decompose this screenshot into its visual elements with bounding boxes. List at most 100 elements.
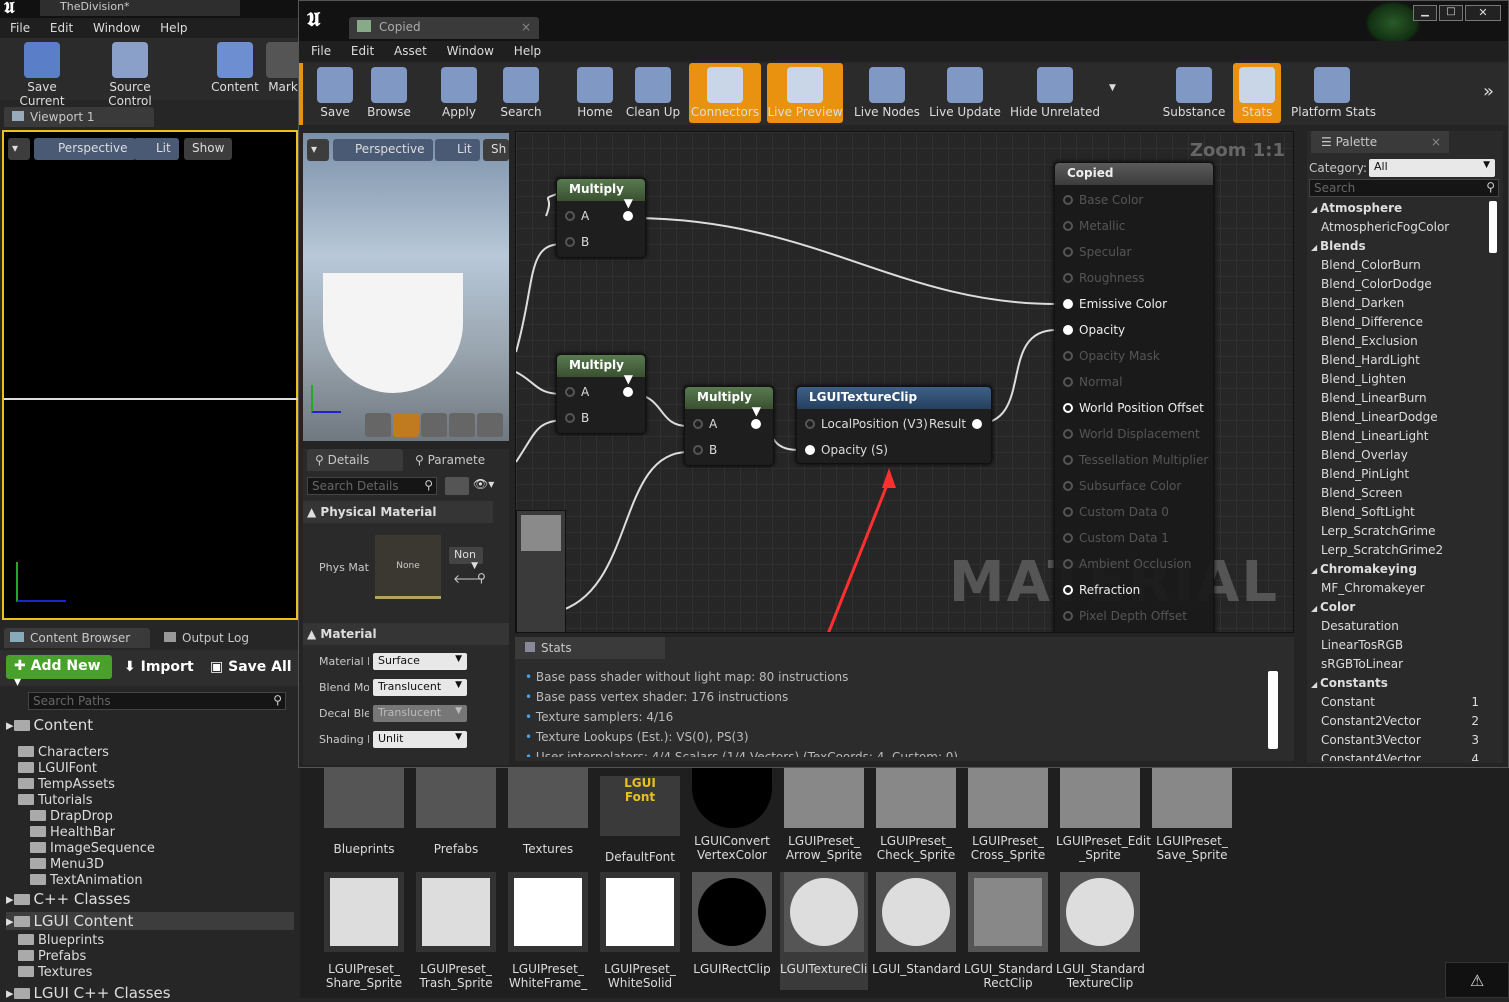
mesh-shape-icon[interactable] bbox=[477, 413, 503, 437]
palette-item[interactable]: Lerp_ScratchGrime2 bbox=[1307, 541, 1483, 560]
palette-item[interactable]: Blend_Exclusion bbox=[1307, 332, 1483, 351]
main-menu-help[interactable]: Help bbox=[160, 21, 187, 35]
home-button[interactable]: Home bbox=[573, 63, 617, 123]
details-search-input[interactable]: Search Details ⚲ bbox=[307, 477, 437, 495]
asset-tile[interactable]: LGUI Font DefaultFont bbox=[596, 768, 684, 864]
editor-tab-copied[interactable]: Copied × bbox=[349, 17, 539, 39]
preview-lit-button[interactable]: Lit bbox=[435, 139, 480, 161]
asset-tile[interactable]: LGUITextureClip bbox=[780, 872, 868, 990]
path-search-input[interactable]: Search Paths ⚲ bbox=[28, 692, 286, 710]
platform-stats-button[interactable]: Platform Stats bbox=[1291, 63, 1376, 123]
live-update-button[interactable]: Live Update bbox=[929, 63, 1001, 123]
phys-mat-dropdown[interactable]: Non bbox=[449, 547, 483, 564]
asset-tile[interactable]: LGUIPreset_ Check_Sprite bbox=[872, 768, 960, 862]
toolbar-dropdown-icon[interactable]: ▼ bbox=[1109, 83, 1116, 93]
asset-tile[interactable]: LGUIPreset_ Share_Sprite bbox=[320, 872, 408, 990]
palette-item[interactable]: Blend_PinLight bbox=[1307, 465, 1483, 484]
stats-scrollbar[interactable] bbox=[1268, 671, 1278, 749]
palette-item[interactable]: Constant4Vector 4 bbox=[1307, 750, 1483, 761]
palette-item[interactable]: Blend_LinearBurn bbox=[1307, 389, 1483, 408]
content-button[interactable]: Content bbox=[208, 38, 262, 94]
main-menu-file[interactable]: File bbox=[10, 21, 30, 35]
material-property-dropdown[interactable]: Surface bbox=[373, 653, 467, 670]
save-all-button[interactable]: ▣ Save All bbox=[210, 659, 292, 675]
apply-button[interactable]: Apply bbox=[437, 63, 481, 123]
palette-tab[interactable]: ☰ Palette × bbox=[1311, 131, 1449, 153]
palette-item[interactable]: Blend_Screen bbox=[1307, 484, 1483, 503]
close-tab-icon[interactable]: × bbox=[521, 20, 531, 34]
viewport-lit-button[interactable]: Lit bbox=[134, 138, 179, 160]
hide-unrelated-button[interactable]: Hide Unrelated bbox=[1009, 63, 1101, 123]
stats-button[interactable]: Stats bbox=[1233, 63, 1281, 123]
palette-item[interactable]: Blend_Darken bbox=[1307, 294, 1483, 313]
physical-material-section[interactable]: ▲ Physical Material bbox=[303, 501, 493, 523]
material-property-dropdown[interactable]: Translucent bbox=[373, 705, 467, 722]
asset-tile[interactable]: Blueprints bbox=[320, 768, 408, 856]
asset-tile[interactable]: Textures bbox=[504, 768, 592, 856]
details-eye-icon[interactable]: 👁▾ bbox=[473, 477, 503, 495]
editor-menu-window[interactable]: Window bbox=[447, 44, 494, 58]
preview-show-button[interactable]: Sh bbox=[483, 139, 509, 161]
cube-shape-icon[interactable] bbox=[449, 413, 475, 437]
import-button[interactable]: ⬇ Import bbox=[124, 659, 194, 675]
palette-item[interactable]: Lerp_ScratchGrime bbox=[1307, 522, 1483, 541]
close-window-button[interactable]: ✕ bbox=[1465, 5, 1501, 21]
main-menu-window[interactable]: Window bbox=[93, 21, 140, 35]
editor-menu-asset[interactable]: Asset bbox=[394, 44, 427, 58]
palette-item[interactable]: Constant3Vector 3 bbox=[1307, 731, 1483, 750]
minimize-button[interactable]: ▁ bbox=[1413, 5, 1437, 21]
output-log-tab[interactable]: Output Log bbox=[158, 628, 288, 648]
clean-up-button[interactable]: Clean Up bbox=[625, 63, 681, 123]
material-property-dropdown[interactable]: Unlit bbox=[373, 731, 467, 748]
material-section[interactable]: ▲ Material bbox=[303, 623, 509, 645]
palette-item[interactable]: Desaturation bbox=[1307, 617, 1483, 636]
tree-item[interactable]: ▸ LGUI Content bbox=[6, 912, 294, 930]
marketplace-button[interactable]: Mark bbox=[266, 38, 300, 94]
save-button[interactable]: Save bbox=[315, 63, 355, 123]
palette-category[interactable]: ◢ Chromakeying bbox=[1307, 560, 1483, 579]
stats-tab[interactable]: Stats bbox=[515, 637, 665, 659]
browse-asset-icon[interactable]: ⚲ bbox=[477, 571, 486, 585]
palette-item[interactable]: Blend_Overlay bbox=[1307, 446, 1483, 465]
asset-tile[interactable]: LGUIPreset_ Save_Sprite bbox=[1148, 768, 1236, 862]
editor-menu-edit[interactable]: Edit bbox=[351, 44, 374, 58]
live-nodes-button[interactable]: Live Nodes bbox=[851, 63, 923, 123]
save-current-button[interactable]: Save Current bbox=[4, 38, 80, 108]
palette-search-input[interactable]: Search ⚲ bbox=[1309, 179, 1499, 197]
asset-tile[interactable]: LGUIPreset_ Trash_Sprite bbox=[412, 872, 500, 990]
source-control-button[interactable]: Source Control bbox=[86, 38, 174, 108]
asset-tile[interactable]: Prefabs bbox=[412, 768, 500, 856]
palette-item[interactable]: Constant 1 bbox=[1307, 693, 1483, 712]
asset-tile[interactable]: LGUIConvert VertexColor bbox=[688, 768, 776, 862]
maximize-button[interactable]: □ bbox=[1439, 5, 1463, 21]
palette-item[interactable]: Blend_ColorBurn bbox=[1307, 256, 1483, 275]
preview-viewport[interactable]: ▾ Perspective Lit Sh bbox=[303, 133, 509, 441]
asset-tile[interactable]: LGUI_Standard_ RectClip bbox=[964, 872, 1052, 990]
substance-button[interactable]: Substance bbox=[1155, 63, 1233, 123]
palette-category[interactable]: ◢ Blends bbox=[1307, 237, 1483, 256]
palette-item[interactable]: Blend_Difference bbox=[1307, 313, 1483, 332]
tree-item[interactable]: Textures bbox=[18, 964, 294, 982]
palette-item[interactable]: MF_Chromakeyer bbox=[1307, 579, 1483, 598]
details-tab[interactable]: ⚲ Details bbox=[307, 449, 403, 471]
asset-tile[interactable]: LGUIPreset_Edit _Sprite bbox=[1056, 768, 1151, 862]
material-property-dropdown[interactable]: Translucent bbox=[373, 679, 467, 696]
category-dropdown[interactable]: All bbox=[1369, 159, 1495, 177]
palette-category[interactable]: ◢ Color bbox=[1307, 598, 1483, 617]
palette-item[interactable]: Blend_SoftLight bbox=[1307, 503, 1483, 522]
palette-category[interactable]: ◢ Constants bbox=[1307, 674, 1483, 693]
palette-item[interactable]: Blend_ColorDodge bbox=[1307, 275, 1483, 294]
browse-button[interactable]: Browse bbox=[365, 63, 413, 123]
asset-tile[interactable]: LGUI_Standard bbox=[872, 872, 960, 990]
palette-item[interactable]: Blend_LinearLight bbox=[1307, 427, 1483, 446]
asset-tile[interactable]: LGUIPreset_ Cross_Sprite bbox=[964, 768, 1052, 862]
material-graph[interactable]: Zoom 1:1 MATERIAL Multiply▼ A B Multiply… bbox=[515, 131, 1294, 633]
add-new-button[interactable]: ✚ Add New ▾ bbox=[6, 655, 112, 690]
main-menu-edit[interactable]: Edit bbox=[50, 21, 73, 35]
palette-scrollbar[interactable] bbox=[1489, 201, 1497, 253]
viewport-perspective-button[interactable]: Perspective bbox=[34, 138, 136, 160]
tree-item[interactable]: ▸ LGUI C++ Classes bbox=[6, 984, 294, 1002]
viewport-options-button[interactable]: ▾ bbox=[8, 138, 30, 160]
search-button[interactable]: Search bbox=[499, 63, 543, 123]
asset-tile[interactable]: LGUIPreset_ Arrow_Sprite bbox=[780, 768, 868, 862]
